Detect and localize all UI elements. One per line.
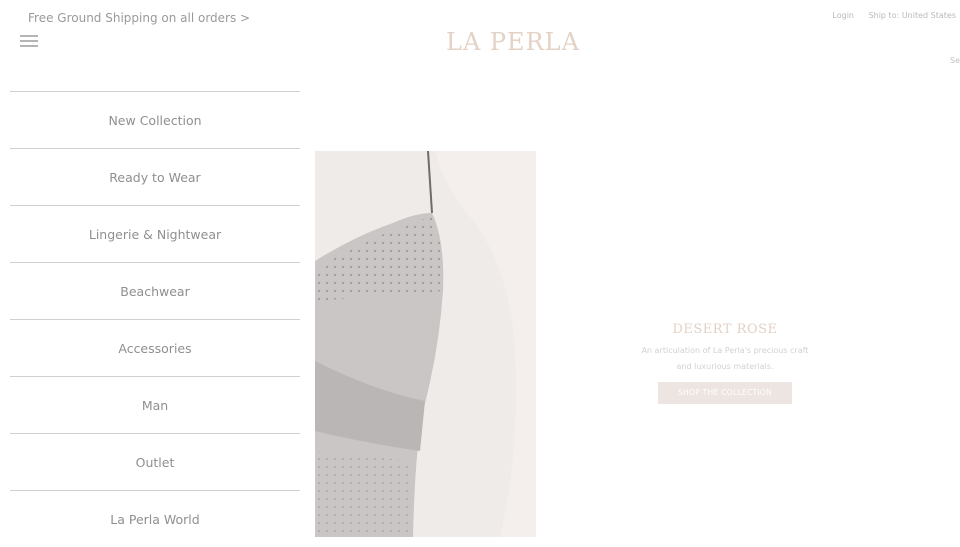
- nav-item-la-perla-world[interactable]: La Perla World: [10, 490, 300, 547]
- nav-item-beachwear[interactable]: Beachwear: [10, 262, 300, 319]
- nav-item-ready-to-wear[interactable]: Ready to Wear: [10, 148, 300, 205]
- hamburger-menu-icon[interactable]: [20, 35, 38, 47]
- promo-description: An articulation of La Perla's precious c…: [641, 346, 809, 371]
- search-link[interactable]: Se: [950, 56, 960, 65]
- free-shipping-banner[interactable]: Free Ground Shipping on all orders >: [28, 11, 250, 25]
- side-navigation-menu: New Collection Ready to Wear Lingerie & …: [10, 91, 300, 547]
- collection-promo: DESERT ROSE An articulation of La Perla'…: [630, 322, 820, 404]
- nav-item-lingerie-nightwear[interactable]: Lingerie & Nightwear: [10, 205, 300, 262]
- hero-product-image[interactable]: [315, 151, 536, 537]
- brand-logo[interactable]: LA PERLA: [446, 28, 580, 56]
- top-utility-links: Login Ship to: United States: [820, 11, 956, 20]
- nav-item-new-collection[interactable]: New Collection: [10, 91, 300, 148]
- login-link[interactable]: Login: [832, 11, 854, 20]
- shop-collection-button[interactable]: SHOP THE COLLECTION: [658, 382, 792, 404]
- ship-to-selector[interactable]: Ship to: United States: [869, 11, 956, 20]
- nav-item-accessories[interactable]: Accessories: [10, 319, 300, 376]
- nav-item-outlet[interactable]: Outlet: [10, 433, 300, 490]
- promo-title: DESERT ROSE: [672, 322, 778, 337]
- nav-item-man[interactable]: Man: [10, 376, 300, 433]
